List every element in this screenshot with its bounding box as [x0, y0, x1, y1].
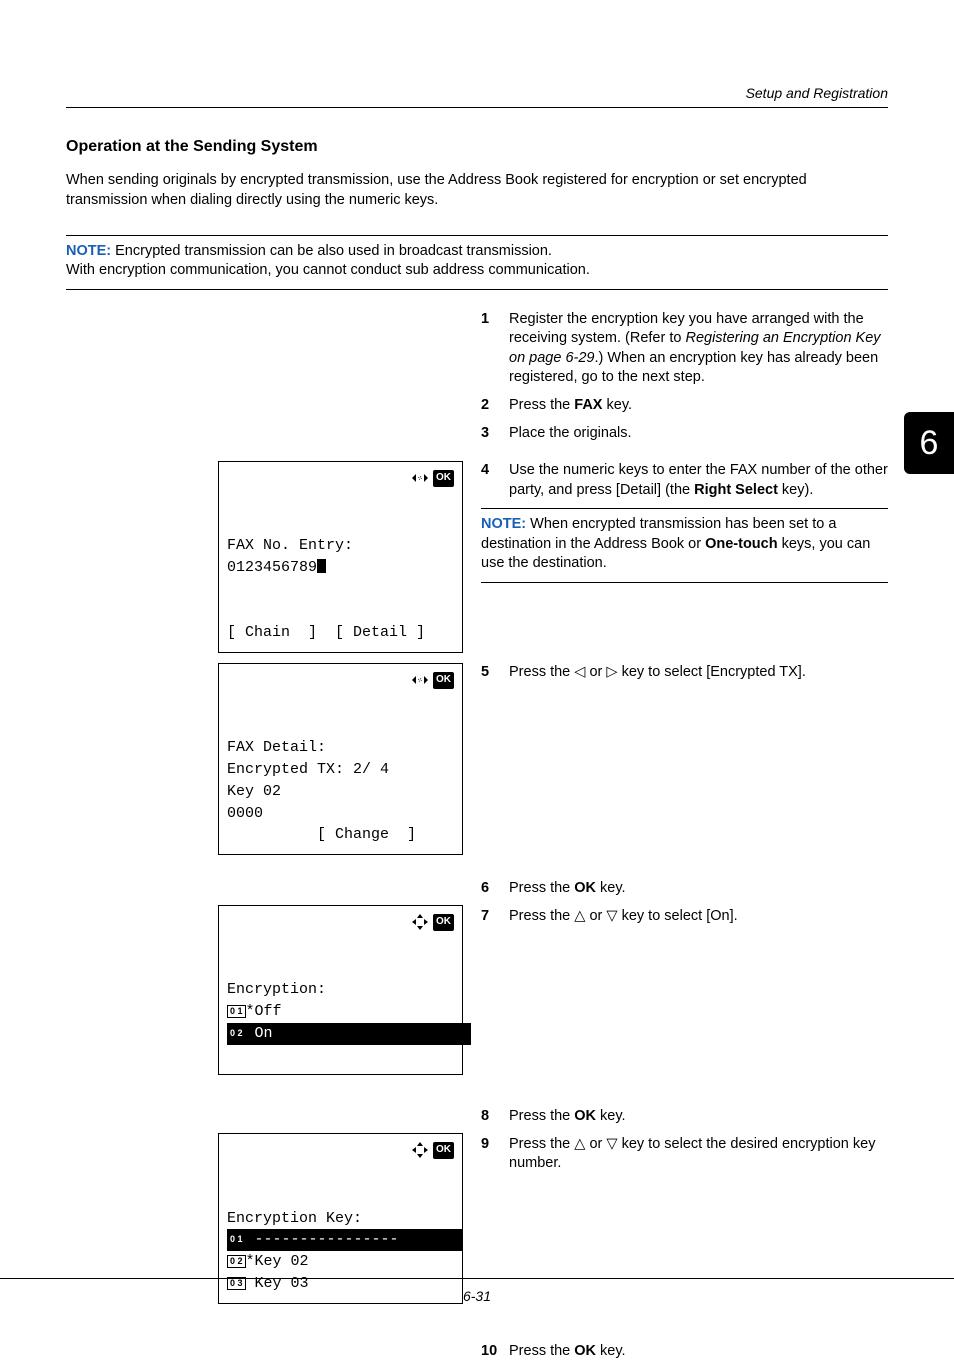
page-footer: 6-31 [0, 1278, 954, 1306]
step-number: 10 [481, 1342, 509, 1362]
lcd-line: 0000 [227, 805, 263, 822]
note-block-2: NOTE: When encrypted transmission has be… [481, 508, 888, 583]
step-text: Press the OK key. [509, 1342, 888, 1362]
lcd-option-selected: ---------------- [246, 1231, 399, 1248]
lcd-line: [ Chain ] [ Detail ] [227, 624, 425, 641]
step-number: 8 [481, 1107, 509, 1127]
running-title: Setup and Registration [746, 85, 888, 101]
lcd-line: Key 02 [227, 783, 281, 800]
down-arrow-icon: ▽ [606, 908, 617, 924]
lcd-option: *Key 02 [246, 1253, 309, 1270]
step-number: 4 [481, 461, 509, 481]
up-arrow-icon: △ [574, 908, 585, 924]
lcd-fax-detail: OK FAX Detail: Encrypted TX: 2/ 4 Key 02… [218, 663, 463, 855]
chapter-tab: 6 [904, 412, 954, 474]
cursor-icon [317, 559, 326, 573]
option-index: 0 1 [227, 1005, 246, 1018]
ok-badge: OK [433, 470, 454, 487]
ok-badge: OK [433, 672, 454, 689]
option-index: 0 2 [227, 1255, 246, 1268]
note-text-2: With encryption communication, you canno… [66, 262, 590, 278]
note-text-1: Encrypted transmission can be also used … [111, 243, 552, 259]
step-10: 10 Press the OK key. [481, 1342, 888, 1362]
step-3: 3 Place the originals. [481, 424, 888, 444]
page-number: 6-31 [463, 1288, 491, 1304]
option-index: 0 1 [227, 1233, 246, 1246]
right-arrow-icon: ▷ [606, 664, 617, 680]
step-text: Use the numeric keys to enter the FAX nu… [509, 461, 888, 500]
step-text: Press the OK key. [509, 1107, 888, 1127]
step-number: 9 [481, 1135, 509, 1155]
lcd-line: 0123456789 [227, 559, 317, 576]
lcd-line: FAX No. Entry: [227, 537, 353, 554]
step-number: 3 [481, 424, 509, 444]
step-text: Place the originals. [509, 424, 888, 444]
lcd-fax-entry: OK FAX No. Entry: 0123456789 [ Chain ] [… [218, 461, 463, 653]
step-number: 5 [481, 663, 509, 683]
nav-cross-icon [412, 914, 428, 930]
step-number: 6 [481, 879, 509, 899]
note-block-1: NOTE: Encrypted transmission can be also… [66, 235, 888, 290]
step-1: 1 Register the encryption key you have a… [481, 310, 888, 388]
ok-badge: OK [433, 914, 454, 931]
nav-horizontal-icon [412, 672, 428, 688]
step-text: Press the △ or ▽ key to select the desir… [509, 1135, 888, 1174]
lcd-option-selected: On [246, 1025, 273, 1042]
down-arrow-icon: ▽ [606, 1136, 617, 1152]
intro-paragraph: When sending originals by encrypted tran… [66, 171, 888, 210]
lcd-line: [ Change ] [227, 826, 416, 843]
lcd-option: *Off [246, 1003, 282, 1020]
section-title: Operation at the Sending System [66, 136, 888, 158]
lcd-line: Encrypted TX: 2/ 4 [227, 761, 389, 778]
running-header: Setup and Registration [66, 84, 888, 108]
step-text: Press the ◁ or ▷ key to select [Encrypte… [509, 663, 888, 683]
nav-horizontal-icon [412, 470, 428, 486]
option-index: 0 2 [227, 1027, 246, 1040]
step-6: 6 Press the OK key. [481, 879, 888, 899]
step-9: 9 Press the △ or ▽ key to select the des… [481, 1135, 888, 1174]
step-text: Register the encryption key you have arr… [509, 310, 888, 388]
step-5: 5 Press the ◁ or ▷ key to select [Encryp… [481, 663, 888, 683]
left-arrow-icon: ◁ [574, 664, 585, 680]
step-text: Press the △ or ▽ key to select [On]. [509, 907, 888, 927]
nav-cross-icon [412, 1142, 428, 1158]
lcd-line: Encryption Key: [227, 1210, 362, 1227]
step-number: 1 [481, 310, 509, 330]
step-text: Press the FAX key. [509, 396, 888, 416]
step-7: 7 Press the △ or ▽ key to select [On]. [481, 907, 888, 927]
note-label: NOTE: [66, 243, 111, 259]
ok-badge: OK [433, 1142, 454, 1159]
lcd-line: FAX Detail: [227, 739, 326, 756]
lcd-line: Encryption: [227, 981, 326, 998]
note-label: NOTE: [481, 516, 526, 532]
step-8: 8 Press the OK key. [481, 1107, 888, 1127]
lcd-encryption: OK Encryption: 0 1*Off 0 2 On [218, 905, 463, 1075]
step-4: 4 Use the numeric keys to enter the FAX … [481, 461, 888, 500]
chapter-number: 6 [920, 424, 939, 462]
step-text: Press the OK key. [509, 879, 888, 899]
step-number: 7 [481, 907, 509, 927]
step-number: 2 [481, 396, 509, 416]
up-arrow-icon: △ [574, 1136, 585, 1152]
step-2: 2 Press the FAX key. [481, 396, 888, 416]
